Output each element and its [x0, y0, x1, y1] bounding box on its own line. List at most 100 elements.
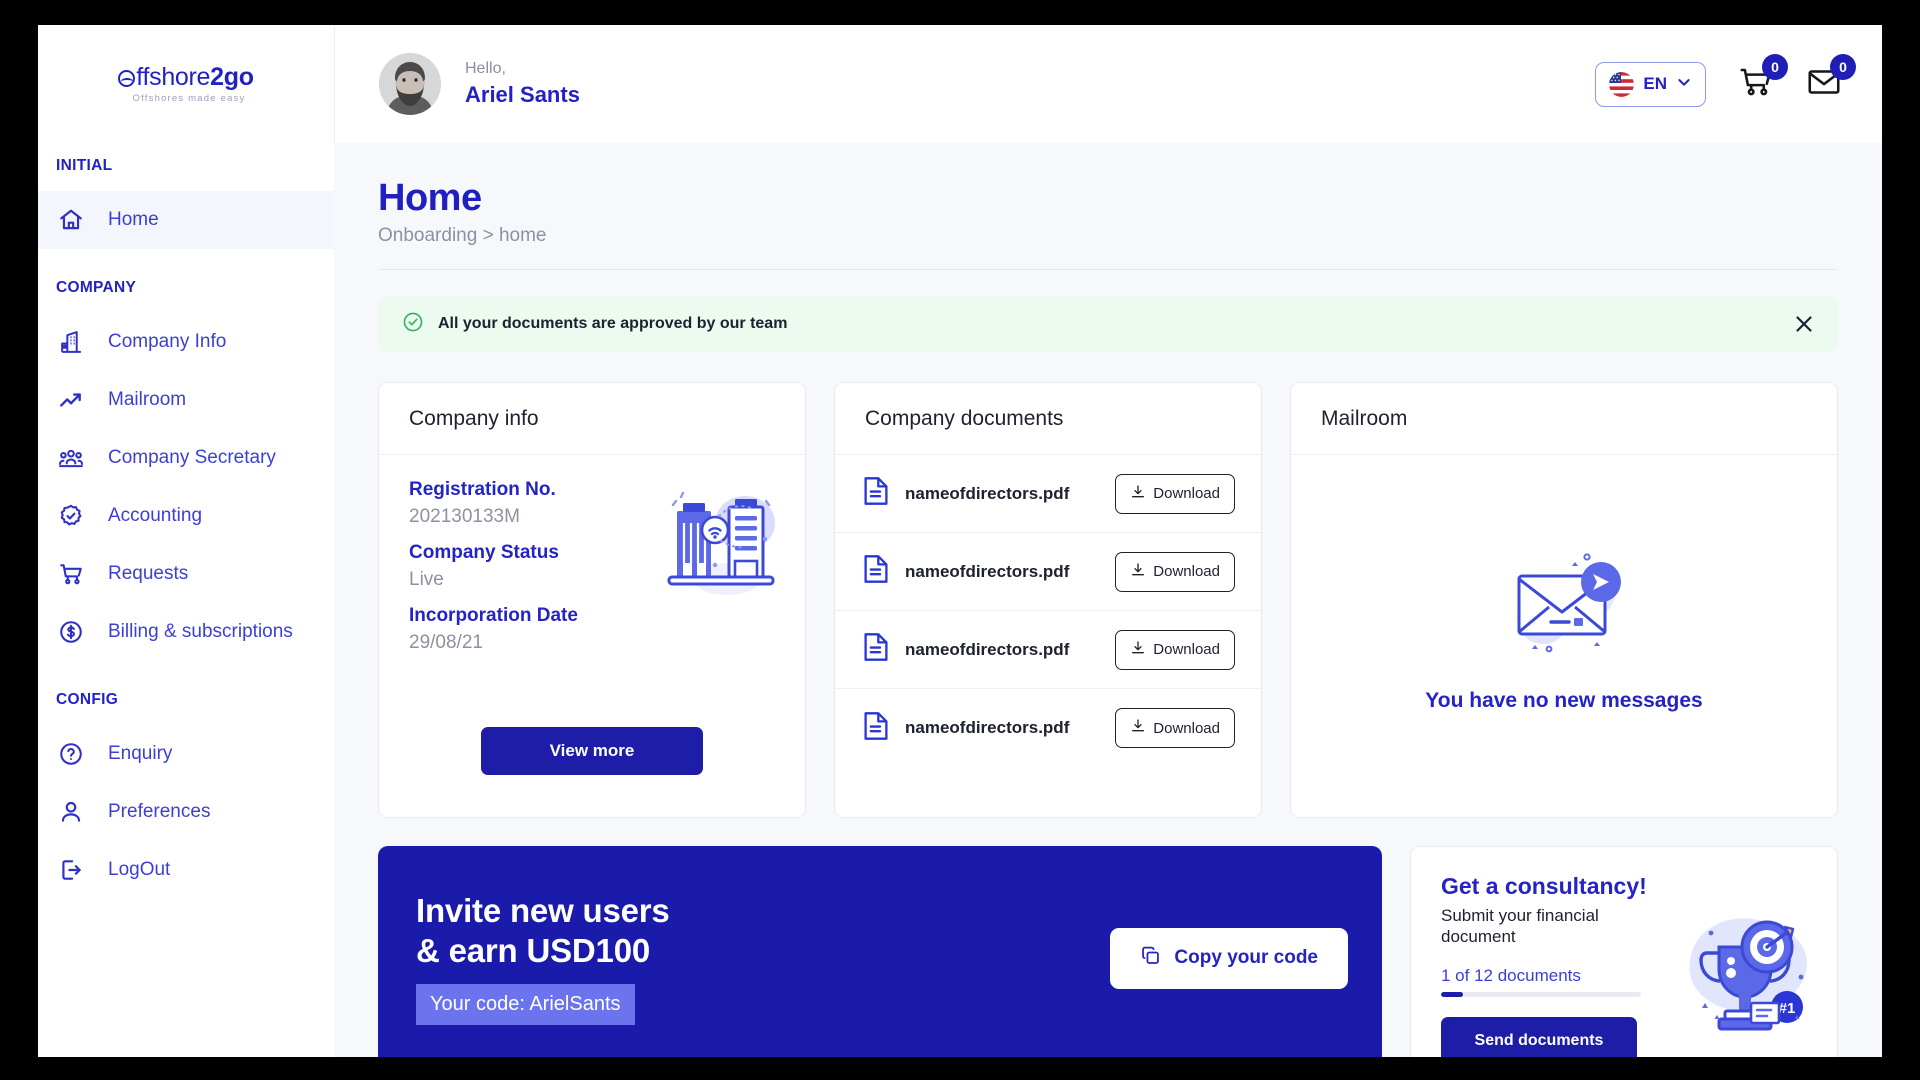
language-selector[interactable]: EN [1595, 61, 1706, 107]
sidebar-item-home[interactable]: Home [38, 191, 334, 249]
sidebar-section-config: CONFIG [56, 691, 119, 708]
header-divider [378, 269, 1838, 270]
badge-check-icon [56, 503, 86, 529]
chevron-down-icon [1676, 74, 1692, 95]
invite-code-chip: Your code: ArielSants [416, 983, 635, 1025]
card-title: Company info [379, 383, 805, 455]
mail-badge: 0 [1830, 53, 1856, 80]
download-label: Download [1153, 563, 1220, 580]
language-code: EN [1643, 74, 1667, 93]
download-label: Download [1153, 641, 1220, 658]
sidebar-item-label: Requests [108, 563, 189, 584]
sidebar-item-requests[interactable]: Requests [38, 545, 334, 603]
copy-icon [1140, 945, 1161, 972]
company-info-card: Company info Registration No. 202130133M… [378, 382, 806, 818]
sidebar-section-company: COMPANY [56, 279, 137, 296]
document-name: nameofdirectors.pdf [905, 483, 1070, 503]
consultancy-text: Get a consultancy! Submit your financial… [1441, 873, 1647, 1057]
greeting-block: Hello, Ariel Sants [465, 59, 580, 109]
document-row: nameofdirectors.pdf Download [835, 455, 1261, 533]
page-title: Home [378, 177, 482, 219]
sidebar-item-mailroom[interactable]: Mailroom [38, 371, 334, 429]
sidebar-item-label: Mailroom [108, 389, 187, 410]
sidebar-item-label: Company Info [108, 331, 227, 352]
copy-code-label: Copy your code [1174, 947, 1318, 968]
dollar-circle-icon [56, 619, 86, 645]
sidebar-item-accounting[interactable]: Accounting [38, 487, 334, 545]
download-button[interactable]: Download [1115, 629, 1235, 670]
cart-button[interactable]: 0 [1738, 53, 1788, 105]
avatar[interactable] [379, 53, 441, 115]
mail-button[interactable]: 0 [1806, 53, 1856, 105]
file-document-icon [863, 711, 889, 746]
sidebar-item-billing-subscriptions[interactable]: Billing & subscriptions [38, 603, 334, 661]
close-icon[interactable] [1792, 312, 1816, 336]
question-circle-icon [56, 741, 86, 767]
app-window: ffshore 2go Offshores made easy INITIAL H… [38, 25, 1882, 1057]
app-logo[interactable]: ffshore 2go Offshores made easy [38, 25, 334, 143]
sidebar-item-label: Accounting [108, 505, 203, 526]
sidebar-item-enquiry[interactable]: Enquiry [38, 725, 334, 783]
download-label: Download [1153, 485, 1220, 502]
cart-badge: 0 [1762, 53, 1788, 80]
document-name: nameofdirectors.pdf [905, 718, 1070, 737]
users-group-icon [56, 445, 86, 471]
view-more-button[interactable]: View more [481, 727, 703, 775]
sidebar-item-logout[interactable]: LogOut [38, 841, 334, 899]
header-actions: EN 0 0 [1595, 53, 1856, 107]
envelope-send-illustration [1489, 538, 1639, 665]
field-label: Incorporation Date [409, 605, 578, 626]
sidebar-item-label: LogOut [108, 859, 171, 880]
file-document-icon [863, 476, 889, 511]
sidebar-item-company-info[interactable]: Company Info [38, 313, 334, 371]
success-alert: All your documents are approved by our t… [378, 296, 1838, 352]
document-row: nameofdirectors.pdf Download [835, 689, 1261, 767]
buildings-icon [56, 330, 86, 355]
user-name: Ariel Sants [465, 82, 580, 108]
alert-message: All your documents are approved by our t… [438, 315, 788, 332]
logo-wordmark: ffshore 2go [118, 64, 254, 90]
company-documents-card: Company documents nameofdirectors.pdf Do… [834, 382, 1262, 818]
sidebar-item-preferences[interactable]: Preferences [38, 783, 334, 841]
file-document-icon [863, 632, 889, 667]
download-button[interactable]: Download [1115, 473, 1235, 514]
download-icon [1130, 562, 1146, 582]
us-flag-icon [1609, 71, 1635, 97]
page-content: Home Onboarding > home All your document… [334, 143, 1882, 1057]
invite-line-2: & earn USD100 [416, 932, 651, 969]
progress-bar [1441, 991, 1641, 997]
home-icon [56, 207, 86, 233]
copy-code-button[interactable]: Copy your code [1110, 927, 1348, 989]
mailroom-body: You have no new messages [1291, 455, 1837, 817]
download-icon [1130, 640, 1146, 660]
field-value: 29/08/21 [409, 632, 483, 653]
company-info-body: Registration No. 202130133M Company Stat… [379, 455, 805, 817]
sidebar-item-company-secretary[interactable]: Company Secretary [38, 429, 334, 487]
wave-circle-icon [118, 69, 136, 87]
user-icon [56, 799, 86, 825]
download-icon [1130, 718, 1146, 738]
buildings-network-illustration [659, 483, 787, 601]
mailroom-card: Mailroom You have no new messages [1290, 382, 1838, 818]
sidebar-item-label: Home [108, 209, 159, 230]
top-header: Hello, Ariel Sants EN 0 0 [334, 25, 1882, 143]
shopping-cart-icon [56, 561, 86, 587]
sidebar-item-label: Company Secretary [108, 447, 276, 468]
download-button[interactable]: Download [1115, 551, 1235, 592]
greeting-text: Hello, [465, 60, 506, 78]
trophy-target-illustration: #1 [1675, 903, 1825, 1043]
bottom-row: Invite new users & earn USD100 Your code… [378, 846, 1838, 1057]
sidebar-item-label: Enquiry [108, 743, 173, 764]
consultancy-card: Get a consultancy! Submit your financial… [1410, 846, 1838, 1057]
trending-up-icon [56, 387, 86, 413]
document-name: nameofdirectors.pdf [905, 561, 1070, 581]
invite-banner: Invite new users & earn USD100 Your code… [378, 846, 1382, 1057]
sidebar-item-label: Preferences [108, 801, 211, 822]
card-title: Mailroom [1291, 383, 1837, 455]
download-button[interactable]: Download [1115, 708, 1235, 748]
document-row: nameofdirectors.pdf Download [835, 611, 1261, 689]
file-document-icon [863, 554, 889, 589]
send-documents-button[interactable]: Send documents [1441, 1016, 1637, 1057]
view-more-wrap: View more [379, 727, 805, 775]
logout-icon [56, 857, 86, 883]
